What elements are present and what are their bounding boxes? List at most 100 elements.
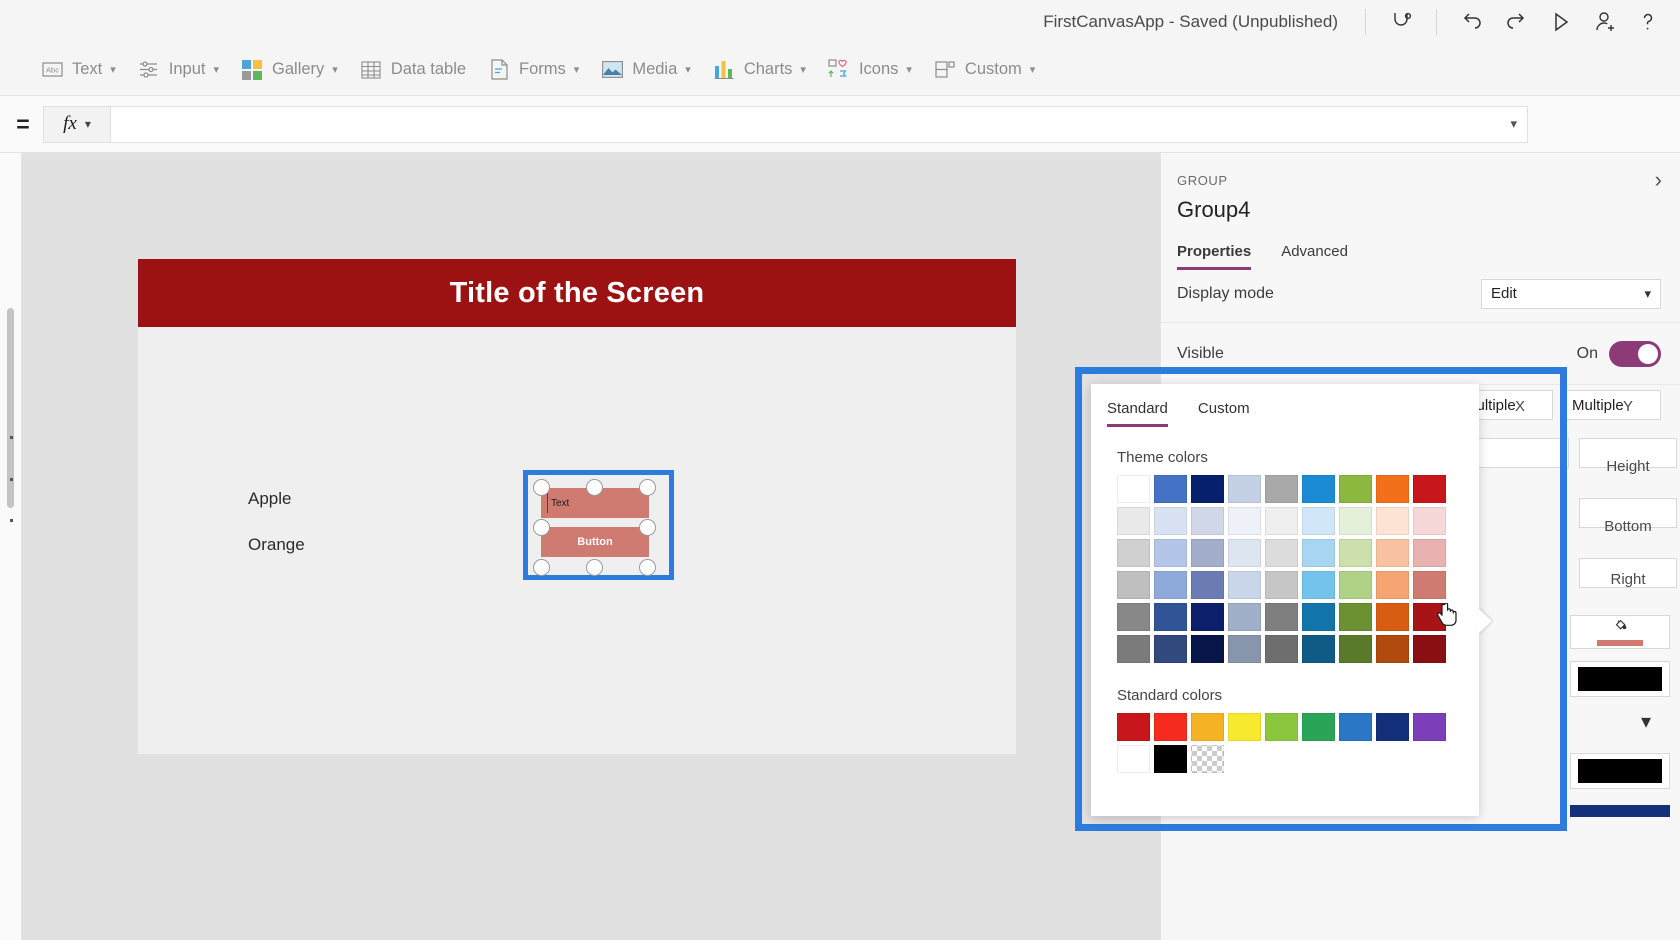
theme-swatch-r0-c1[interactable] <box>1154 475 1187 503</box>
standard-swatch-a-r0-c1[interactable] <box>1154 713 1187 741</box>
standard-swatch-a-r0-c2[interactable] <box>1191 713 1224 741</box>
theme-swatch-r3-c6[interactable] <box>1339 571 1372 599</box>
theme-swatch-r5-c2[interactable] <box>1191 635 1224 663</box>
resize-handle-top-right[interactable] <box>639 479 656 496</box>
theme-swatch-r0-c5[interactable] <box>1302 475 1335 503</box>
redo-icon[interactable] <box>1494 2 1538 42</box>
undo-icon[interactable] <box>1450 2 1494 42</box>
standard-swatch-a-r0-c3[interactable] <box>1228 713 1261 741</box>
tab-custom[interactable]: Custom <box>1198 400 1250 427</box>
theme-swatch-r4-c8[interactable] <box>1413 603 1446 631</box>
theme-swatch-r5-c1[interactable] <box>1154 635 1187 663</box>
theme-swatch-r4-c0[interactable] <box>1117 603 1150 631</box>
theme-swatch-r2-c7[interactable] <box>1376 539 1409 567</box>
theme-swatch-r0-c4[interactable] <box>1265 475 1298 503</box>
button-control[interactable]: Button <box>541 527 649 557</box>
theme-swatch-r3-c1[interactable] <box>1154 571 1187 599</box>
theme-swatch-r1-c8[interactable] <box>1413 507 1446 535</box>
theme-swatch-r1-c6[interactable] <box>1339 507 1372 535</box>
resize-handle-top-center[interactable] <box>586 479 603 496</box>
standard-swatch-a-r0-c7[interactable] <box>1376 713 1409 741</box>
theme-swatch-r5-c7[interactable] <box>1376 635 1409 663</box>
formula-input[interactable] <box>121 116 1517 133</box>
theme-swatch-r1-c4[interactable] <box>1265 507 1298 535</box>
standard-swatch-a-r0-c0[interactable] <box>1117 713 1150 741</box>
play-preview-icon[interactable] <box>1538 2 1582 42</box>
theme-swatch-r4-c6[interactable] <box>1339 603 1372 631</box>
fill-swatch-box[interactable] <box>1570 615 1670 649</box>
selected-group-container[interactable]: Text Button <box>523 470 674 580</box>
resize-handle-bottom-right[interactable] <box>639 559 656 576</box>
theme-swatch-r2-c6[interactable] <box>1339 539 1372 567</box>
ribbon-item-icons[interactable]: Icons ▾ <box>817 50 923 90</box>
label-orange[interactable]: Orange <box>248 535 305 555</box>
theme-swatch-r0-c0[interactable] <box>1117 475 1150 503</box>
theme-swatch-r0-c7[interactable] <box>1376 475 1409 503</box>
color-button-1[interactable] <box>1570 661 1670 697</box>
chevron-down-icon[interactable]: ▾ <box>1510 116 1517 132</box>
app-screen-canvas[interactable]: Title of the Screen Apple Orange Text Bu… <box>138 259 1016 754</box>
theme-swatch-r5-c6[interactable] <box>1339 635 1372 663</box>
resize-handle-top-left[interactable] <box>533 479 550 496</box>
theme-swatch-r3-c2[interactable] <box>1191 571 1224 599</box>
theme-swatch-r3-c5[interactable] <box>1302 571 1335 599</box>
theme-swatch-r1-c2[interactable] <box>1191 507 1224 535</box>
theme-swatch-r4-c5[interactable] <box>1302 603 1335 631</box>
color-picker-popup[interactable]: Standard Custom Theme colors Standard co… <box>1091 384 1479 816</box>
visible-toggle[interactable] <box>1609 341 1661 367</box>
theme-swatch-r5-c4[interactable] <box>1265 635 1298 663</box>
chevron-right-icon[interactable]: › <box>1655 167 1662 193</box>
ribbon-item-charts[interactable]: Charts ▾ <box>702 50 817 90</box>
theme-swatch-r4-c3[interactable] <box>1228 603 1261 631</box>
fx-function-button[interactable]: fx ▾ <box>43 106 111 143</box>
standard-swatch-b-r0-c2[interactable] <box>1191 745 1224 773</box>
theme-swatch-r4-c1[interactable] <box>1154 603 1187 631</box>
fill-color-button[interactable] <box>1570 615 1670 649</box>
ribbon-item-input[interactable]: Input ▾ <box>127 50 230 90</box>
theme-swatch-r0-c2[interactable] <box>1191 475 1224 503</box>
theme-swatch-r2-c0[interactable] <box>1117 539 1150 567</box>
theme-swatch-r5-c3[interactable] <box>1228 635 1261 663</box>
screen-title-bar[interactable]: Title of the Screen <box>138 259 1016 327</box>
theme-swatch-r0-c8[interactable] <box>1413 475 1446 503</box>
theme-swatch-r5-c5[interactable] <box>1302 635 1335 663</box>
canvas-workspace[interactable]: Title of the Screen Apple Orange Text Bu… <box>22 153 1160 940</box>
theme-swatch-r1-c7[interactable] <box>1376 507 1409 535</box>
ribbon-item-media[interactable]: Media ▾ <box>590 50 701 90</box>
standard-swatch-a-r0-c4[interactable] <box>1265 713 1298 741</box>
theme-swatch-r3-c0[interactable] <box>1117 571 1150 599</box>
theme-swatch-r3-c7[interactable] <box>1376 571 1409 599</box>
theme-swatch-r3-c8[interactable] <box>1413 571 1446 599</box>
label-apple[interactable]: Apple <box>248 489 291 509</box>
app-checker-icon[interactable] <box>1379 2 1423 42</box>
standard-swatch-a-r0-c5[interactable] <box>1302 713 1335 741</box>
resize-handle-middle-left[interactable] <box>533 519 550 536</box>
theme-swatch-r2-c2[interactable] <box>1191 539 1224 567</box>
color-button-2[interactable] <box>1570 753 1670 789</box>
theme-swatch-r2-c3[interactable] <box>1228 539 1261 567</box>
share-user-icon[interactable] <box>1582 2 1626 42</box>
standard-swatch-b-r0-c1[interactable] <box>1154 745 1187 773</box>
resize-handle-bottom-left[interactable] <box>533 559 550 576</box>
theme-swatch-r4-c2[interactable] <box>1191 603 1224 631</box>
theme-swatch-r0-c6[interactable] <box>1339 475 1372 503</box>
display-mode-select[interactable]: Edit ▾ <box>1481 279 1661 309</box>
theme-swatch-r1-c1[interactable] <box>1154 507 1187 535</box>
theme-swatch-r3-c4[interactable] <box>1265 571 1298 599</box>
standard-swatch-a-r0-c6[interactable] <box>1339 713 1372 741</box>
ribbon-item-gallery[interactable]: Gallery ▾ <box>230 50 349 90</box>
theme-swatch-r5-c0[interactable] <box>1117 635 1150 663</box>
ribbon-item-text[interactable]: Abc Text ▾ <box>30 50 127 90</box>
standard-swatch-b-r0-c0[interactable] <box>1117 745 1150 773</box>
theme-swatch-r2-c5[interactable] <box>1302 539 1335 567</box>
resize-handle-middle-right[interactable] <box>639 519 656 536</box>
theme-swatch-r4-c7[interactable] <box>1376 603 1409 631</box>
tab-standard[interactable]: Standard <box>1107 400 1168 427</box>
theme-swatch-r1-c3[interactable] <box>1228 507 1261 535</box>
chevron-down-icon-panel[interactable]: ▾ <box>1641 709 1651 734</box>
theme-swatch-r5-c8[interactable] <box>1413 635 1446 663</box>
standard-swatch-a-r0-c8[interactable] <box>1413 713 1446 741</box>
theme-swatch-r2-c4[interactable] <box>1265 539 1298 567</box>
theme-swatch-r2-c1[interactable] <box>1154 539 1187 567</box>
theme-swatch-r2-c8[interactable] <box>1413 539 1446 567</box>
